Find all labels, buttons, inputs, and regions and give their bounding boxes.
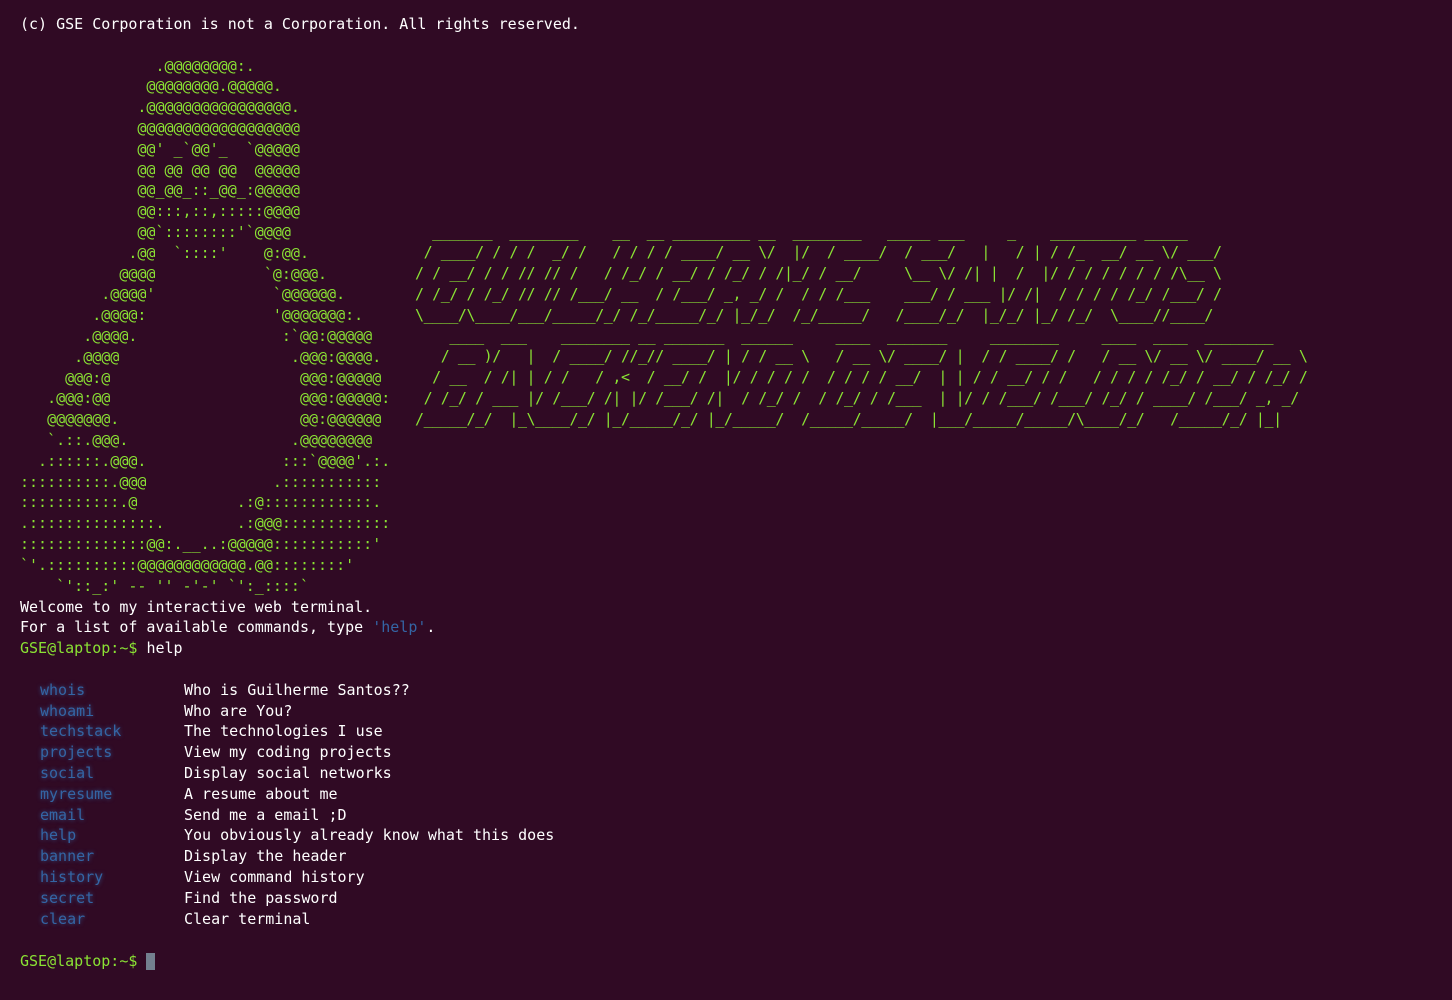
ascii-banner: .@@@@@@@@:. @@@@@@@@.@@@@@. .@@@@@@@@@@@… <box>20 56 1440 597</box>
help-hint-prefix: For a list of available commands, type <box>20 618 373 637</box>
copyright-notice: (c) GSE Corporation is not a Corporation… <box>20 15 580 33</box>
help-command-projects[interactable]: projects <box>40 742 184 763</box>
input-prompt-label: GSE@laptop:~$ <box>20 952 138 971</box>
help-row: whois Who is Guilherme Santos?? <box>40 680 1452 701</box>
help-description: You obviously already know what this doe… <box>184 826 555 845</box>
executed-command: help <box>146 639 183 658</box>
terminal-window[interactable]: (c) GSE Corporation is not a Corporation… <box>0 0 1452 1000</box>
help-row: history View command history <box>40 867 1452 888</box>
help-description: A resume about me <box>184 784 338 803</box>
help-description: Who is Guilherme Santos?? <box>184 680 410 699</box>
help-row: projects View my coding projects <box>40 742 1452 763</box>
history-command-line: GSE@laptop:~$ help <box>20 638 1452 659</box>
help-row: email Send me a email ;D <box>40 805 1452 826</box>
help-description: Find the password <box>184 888 338 907</box>
help-command-banner[interactable]: banner <box>40 846 184 867</box>
welcome-message: Welcome to my interactive web terminal. <box>20 597 373 616</box>
help-command-social[interactable]: social <box>40 763 184 784</box>
help-command-help[interactable]: help <box>40 825 184 846</box>
help-command-whois[interactable]: whois <box>40 680 184 701</box>
help-row: techstack The technologies I use <box>40 721 1452 742</box>
help-description: Display the header <box>184 847 347 866</box>
help-description: The technologies I use <box>184 722 383 741</box>
help-command-history[interactable]: history <box>40 867 184 888</box>
help-row: clear Clear terminal <box>40 909 1452 930</box>
help-command-secret[interactable]: secret <box>40 888 184 909</box>
command-input[interactable] <box>146 951 1452 972</box>
input-line[interactable]: GSE@laptop:~$ <box>20 951 1452 972</box>
help-row: help You obviously already know what this… <box>40 825 1452 846</box>
help-command-myresume[interactable]: myresume <box>40 784 184 805</box>
help-description: Who are You? <box>184 701 293 720</box>
help-row: social Display social networks <box>40 763 1452 784</box>
help-row: secret Find the password <box>40 888 1452 909</box>
help-description: Display social networks <box>184 763 392 782</box>
help-hint-command[interactable]: 'help' <box>372 618 426 636</box>
help-description: View my coding projects <box>184 743 392 762</box>
help-command-list: whois Who is Guilherme Santos?? whoami Who … <box>20 680 1452 930</box>
help-command-email[interactable]: email <box>40 805 184 826</box>
help-hint-suffix: . <box>426 618 436 637</box>
text-cursor <box>146 953 156 971</box>
help-command-techstack[interactable]: techstack <box>40 721 184 742</box>
help-row: myresume A resume about me <box>40 784 1452 805</box>
help-description: Send me a email ;D <box>184 805 347 824</box>
help-command-clear[interactable]: clear <box>40 909 184 930</box>
ascii-logo-art: .@@@@@@@@:. @@@@@@@@.@@@@@. .@@@@@@@@@@@… <box>20 56 391 595</box>
help-description: View command history <box>184 867 365 886</box>
help-command-whoami[interactable]: whoami <box>40 701 184 722</box>
help-row: whoami Who are You? <box>40 701 1452 722</box>
help-description: Clear terminal <box>184 909 311 928</box>
help-hint: For a list of available commands, type '… <box>20 617 1452 638</box>
help-row: banner Display the header <box>40 846 1452 867</box>
ascii-title-art: _______ ________ __ __ _________ __ ____… <box>415 222 1308 428</box>
prompt-label: GSE@laptop:~$ <box>20 639 138 658</box>
